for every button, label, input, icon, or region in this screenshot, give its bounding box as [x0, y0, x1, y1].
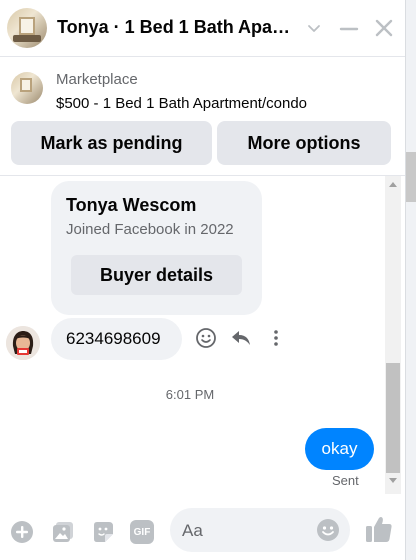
listing-thumbnail[interactable]: [11, 72, 43, 104]
message-input-placeholder: Aa: [182, 521, 203, 540]
buyer-details-button[interactable]: Buyer details: [71, 255, 242, 295]
like-icon[interactable]: [364, 514, 394, 544]
marketplace-listing-bar: Marketplace $500 - 1 Bed 1 Bath Apartmen…: [0, 58, 416, 176]
sticker-icon[interactable]: [91, 520, 115, 544]
sender-avatar[interactable]: [6, 326, 40, 360]
emoji-icon[interactable]: [195, 327, 217, 349]
emoji-icon[interactable]: [316, 518, 340, 542]
message-input[interactable]: Aa: [170, 508, 350, 552]
image-icon[interactable]: [51, 520, 75, 544]
mark-as-pending-button[interactable]: Mark as pending: [11, 121, 212, 165]
scroll-down-arrow-icon[interactable]: [388, 477, 398, 485]
chat-title[interactable]: Tonya · 1 Bed 1 Bath Apartment/condo: [57, 17, 297, 38]
buyer-info-card: Tonya Wescom Joined Facebook in 2022 Buy…: [51, 181, 262, 315]
gif-icon-label: GIF: [133, 526, 151, 538]
more-options-button[interactable]: More options: [217, 121, 391, 165]
scrollbar-thumb[interactable]: [386, 363, 400, 473]
minimize-icon[interactable]: [339, 19, 359, 39]
outgoing-message-bubble[interactable]: okay: [305, 428, 374, 470]
listing-source: Marketplace: [56, 71, 138, 88]
listing-avatar[interactable]: [7, 8, 47, 48]
buyer-name: Tonya Wescom: [66, 195, 197, 215]
listing-title[interactable]: $500 - 1 Bed 1 Bath Apartment/condo: [56, 95, 307, 112]
message-timestamp: 6:01 PM: [165, 387, 215, 402]
plus-icon[interactable]: [10, 520, 34, 544]
chevron-down-icon[interactable]: [305, 19, 323, 37]
page-scrollbar[interactable]: [405, 0, 416, 560]
message-status: Sent: [332, 473, 359, 488]
close-icon[interactable]: [373, 17, 395, 39]
reply-icon[interactable]: [231, 328, 251, 348]
page-scrollbar-thumb[interactable]: [406, 152, 416, 202]
buyer-joined-date: Joined Facebook in 2022: [66, 221, 234, 238]
incoming-message-bubble[interactable]: 6234698609: [51, 318, 182, 360]
scroll-up-arrow-icon[interactable]: [388, 180, 398, 188]
gif-icon[interactable]: GIF: [130, 520, 154, 544]
more-icon[interactable]: [267, 328, 285, 348]
chat-header: Tonya · 1 Bed 1 Bath Apartment/condo: [0, 0, 416, 57]
